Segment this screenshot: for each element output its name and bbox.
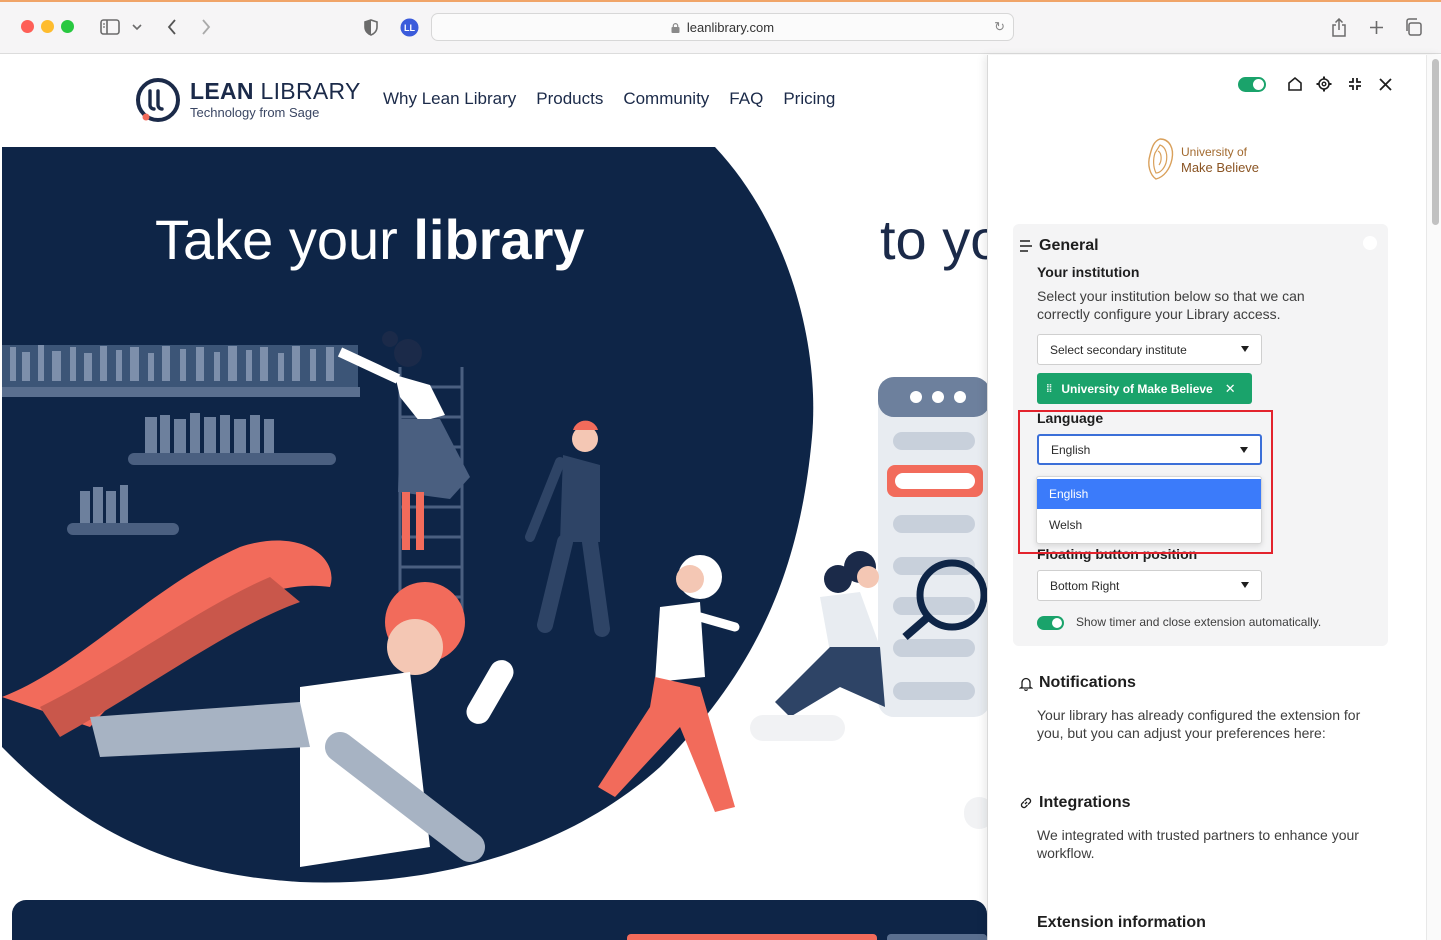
logo-tagline: Technology from Sage	[190, 105, 320, 120]
selected-institution-tag: ⁞⁞ University of Make Believe ✕	[1037, 373, 1252, 404]
address-bar[interactable]: leanlibrary.com ↻	[431, 13, 1014, 41]
cookie-banner	[12, 900, 987, 940]
drag-handle-icon[interactable]: ⁞⁞	[1046, 383, 1052, 395]
minimize-window-button[interactable]	[41, 20, 54, 33]
lean-library-extension-icon[interactable]: LL	[398, 14, 420, 40]
nav-item-pricing[interactable]: Pricing	[783, 89, 835, 109]
tab-overview-icon[interactable]	[1402, 14, 1424, 40]
lock-icon	[671, 23, 680, 33]
close-icon[interactable]	[1375, 73, 1395, 95]
floating-position-select[interactable]: Bottom Right	[1037, 570, 1262, 601]
home-icon[interactable]	[1285, 73, 1305, 95]
your-institution-heading: Your institution	[1037, 264, 1140, 280]
notifications-text: Your library has already configured the …	[1037, 707, 1361, 741]
caret-down-icon	[1241, 582, 1249, 588]
remove-tag-icon[interactable]: ✕	[1225, 381, 1236, 397]
timer-toggle-label: Show timer and close extension automatic…	[1076, 615, 1322, 629]
share-icon[interactable]	[1328, 14, 1350, 40]
notifications-title: Notifications	[1039, 674, 1136, 691]
window-top-accent	[0, 0, 1441, 2]
sidebar-toggle-icon[interactable]	[98, 14, 122, 40]
app-mockup-illustration	[878, 377, 987, 717]
panel-scrollbar[interactable]	[1426, 55, 1441, 940]
your-institution-text: Select your institution below so that we…	[1037, 288, 1305, 322]
extension-information-title: Extension information	[1037, 914, 1206, 931]
svg-text:LL: LL	[404, 23, 415, 33]
integrations-text: We integrated with trusted partners to e…	[1037, 827, 1359, 861]
zoom-window-button[interactable]	[61, 20, 74, 33]
institution-name-line2: Make Believe	[1181, 160, 1260, 175]
browser-toolbar: LL leanlibrary.com ↻	[0, 0, 1441, 54]
lean-library-extension-panel: University of Make Believe General Your …	[987, 55, 1441, 940]
logo-wordmark[interactable]: LEAN LIBRARY	[190, 78, 361, 105]
general-info-dot[interactable]	[1363, 236, 1377, 250]
caret-down-icon	[1241, 346, 1249, 352]
cookie-accept-button[interactable]	[627, 934, 877, 940]
reload-icon[interactable]: ↻	[994, 19, 1005, 35]
institution-logo-icon	[1148, 138, 1174, 180]
nav-item-why-lean-library[interactable]: Why Lean Library	[383, 89, 516, 109]
tag-label: University of Make Believe	[1061, 381, 1213, 396]
hero-title: Take your library	[155, 208, 585, 271]
back-icon[interactable]	[162, 14, 182, 40]
secondary-institute-select[interactable]: Select secondary institute	[1037, 334, 1262, 365]
privacy-shield-icon[interactable]	[360, 14, 382, 40]
integrations-title: Integrations	[1039, 794, 1131, 811]
menu-lines-icon	[1020, 240, 1032, 252]
highlight-annotation-box	[1018, 410, 1273, 554]
collapse-icon[interactable]	[1345, 73, 1365, 95]
hero-section: Take your library to yo	[0, 147, 987, 907]
lean-library-website: LEAN LIBRARY Technology from Sage Why Le…	[0, 55, 987, 940]
new-tab-icon[interactable]	[1366, 14, 1386, 40]
timer-toggle[interactable]	[1037, 616, 1064, 630]
chevron-down-icon[interactable]	[130, 14, 144, 40]
gear-icon[interactable]	[1314, 73, 1334, 95]
url-text: leanlibrary.com	[686, 19, 775, 35]
site-header: LEAN LIBRARY Technology from Sage Why Le…	[0, 55, 987, 147]
lean-library-logo-icon[interactable]	[135, 77, 181, 123]
extension-enabled-toggle[interactable]	[1238, 77, 1266, 92]
secondary-select-placeholder: Select secondary institute	[1050, 342, 1187, 357]
forward-icon[interactable]	[196, 14, 216, 40]
institution-name-line1: University of	[1181, 145, 1248, 159]
scrollbar-thumb[interactable]	[1432, 59, 1439, 225]
main-nav: Why Lean Library Products Community FAQ …	[383, 89, 835, 109]
nav-item-community[interactable]: Community	[623, 89, 709, 109]
general-title: General	[1039, 237, 1099, 254]
hero-title-continuation: to yo	[880, 208, 987, 271]
close-window-button[interactable]	[21, 20, 34, 33]
floating-select-value: Bottom Right	[1050, 578, 1120, 593]
nav-item-products[interactable]: Products	[536, 89, 603, 109]
bell-icon	[1019, 677, 1033, 691]
cookie-settings-button[interactable]	[887, 934, 987, 940]
nav-item-faq[interactable]: FAQ	[729, 89, 763, 109]
link-icon	[1020, 797, 1032, 809]
